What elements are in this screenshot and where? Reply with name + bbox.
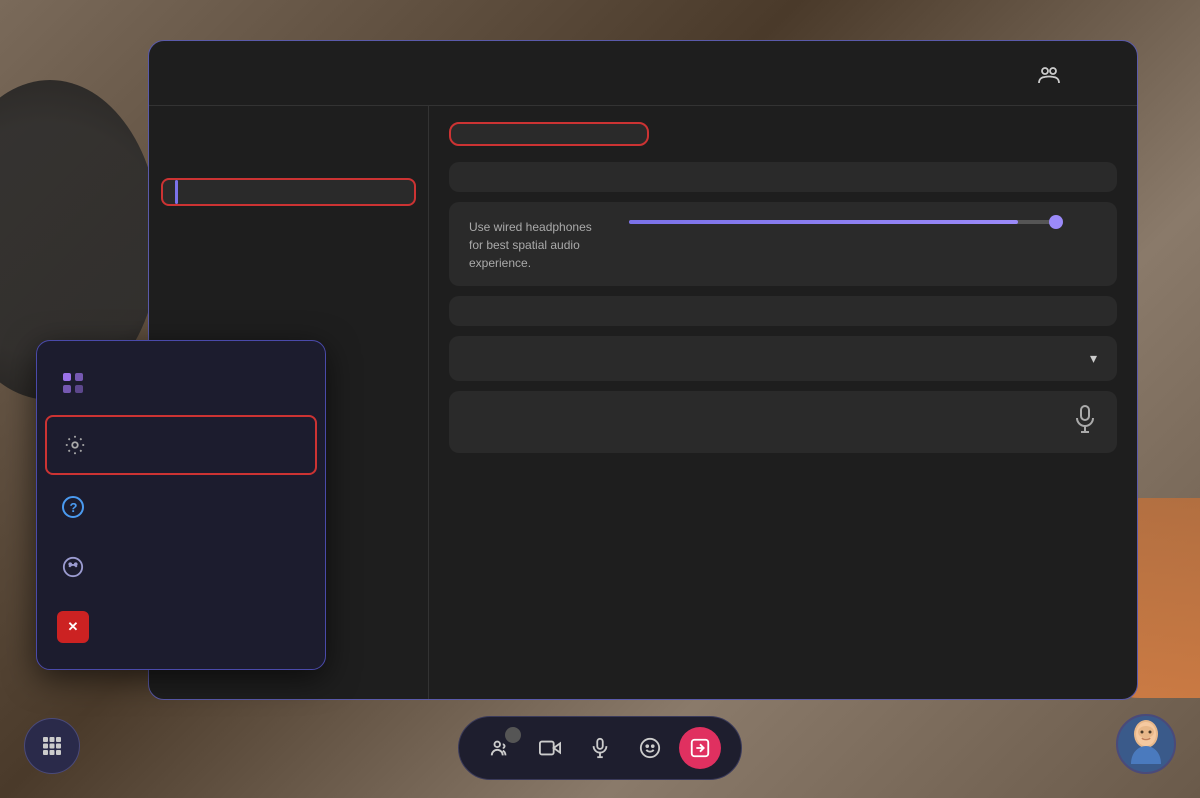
share-button[interactable] xyxy=(679,727,721,769)
speakers-row xyxy=(449,162,1117,192)
quit-icon: ✕ xyxy=(57,611,89,643)
nav-controls[interactable] xyxy=(149,150,428,178)
avatar-button[interactable] xyxy=(1116,714,1176,774)
help-icon: ? xyxy=(57,491,89,523)
volume-slider-area xyxy=(629,216,1097,224)
test-mic-button[interactable] xyxy=(1073,405,1097,439)
volume-subtitle: Use wired headphonesfor best spatial aud… xyxy=(469,218,629,272)
people-icon-btn[interactable] xyxy=(1033,59,1065,91)
menu-item-dashboard[interactable] xyxy=(37,353,325,413)
menu-item-settings[interactable] xyxy=(45,415,317,475)
camera-button[interactable] xyxy=(529,727,571,769)
speakers-info xyxy=(469,176,1097,178)
apps-button[interactable] xyxy=(24,718,80,774)
context-menu: ? ✕ xyxy=(36,340,326,670)
mic-device-info xyxy=(469,358,1082,360)
volume-info: Use wired headphonesfor best spatial aud… xyxy=(469,216,629,272)
app-volume-row: Use wired headphonesfor best spatial aud… xyxy=(449,202,1117,286)
slider-thumb[interactable] xyxy=(1049,215,1063,229)
slider-fill xyxy=(629,220,1018,224)
mic-dropdown-button[interactable]: ▾ xyxy=(1082,350,1097,367)
nav-general[interactable] xyxy=(149,122,428,150)
people-button[interactable] xyxy=(479,727,521,769)
people-count xyxy=(505,727,521,743)
close-button[interactable] xyxy=(1081,59,1113,91)
test-speaker-row[interactable] xyxy=(449,296,1117,326)
menu-item-help[interactable]: ? xyxy=(37,477,325,537)
slider-track[interactable] xyxy=(629,220,1061,224)
test-speaker-info xyxy=(469,310,1097,312)
taskbar xyxy=(458,716,742,780)
mic-device-row: ▾ xyxy=(449,336,1117,381)
feedback-icon xyxy=(57,551,89,583)
chevron-down-icon: ▾ xyxy=(1090,350,1097,367)
mic-device-action: ▾ xyxy=(1082,350,1097,367)
devices-header xyxy=(449,122,649,146)
test-mic-action xyxy=(1073,405,1097,439)
settings-header xyxy=(149,41,1137,106)
emoji-button[interactable] xyxy=(629,727,671,769)
settings-content: Use wired headphonesfor best spatial aud… xyxy=(429,106,1137,699)
test-mic-row xyxy=(449,391,1117,453)
mic-taskbar-button[interactable] xyxy=(579,727,621,769)
dashboard-icon xyxy=(57,367,89,399)
settings-icon xyxy=(59,429,91,461)
svg-text:?: ? xyxy=(70,500,78,515)
menu-item-feedback[interactable] xyxy=(37,537,325,597)
test-mic-info xyxy=(469,421,1073,423)
header-icons xyxy=(1033,59,1113,91)
nav-display-sound[interactable] xyxy=(161,178,416,206)
menu-item-quit[interactable]: ✕ xyxy=(37,597,325,657)
